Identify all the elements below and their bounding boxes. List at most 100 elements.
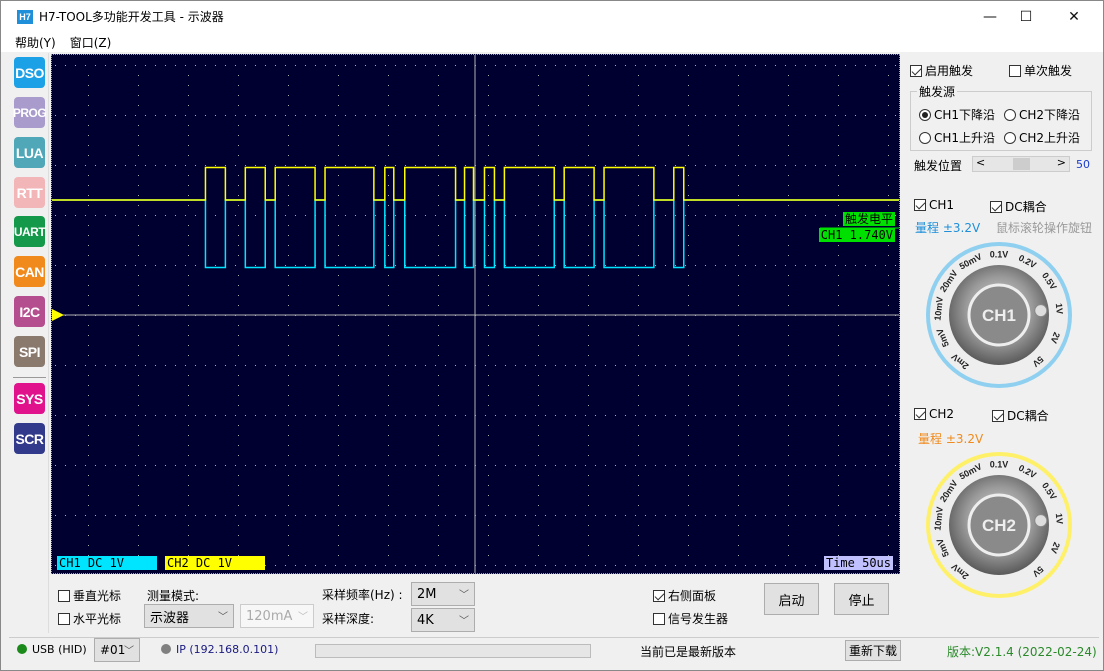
grid-dot: [788, 485, 789, 486]
grid-dot: [515, 65, 516, 66]
grid-dot: [338, 345, 339, 346]
grid-dot: [638, 185, 639, 186]
grid-dot: [138, 205, 139, 206]
grid-dot: [225, 365, 226, 366]
waveform-canvas[interactable]: [52, 55, 899, 573]
device-select[interactable]: #01 ﹀: [94, 638, 140, 662]
grid-dot: [375, 215, 376, 216]
grid-dot: [588, 285, 589, 286]
grid-dot: [545, 265, 546, 266]
redownload-button[interactable]: 重新下载: [845, 640, 902, 661]
sidebar-i2c-button[interactable]: I2C: [14, 296, 45, 327]
grid-dot: [75, 165, 76, 166]
grid-dot: [585, 165, 586, 166]
ch1-enable-checkbox[interactable]: CH1: [914, 198, 954, 212]
signal-generator-checkbox[interactable]: 信号发生器: [653, 610, 728, 627]
grid-dot: [345, 115, 346, 116]
trigger-ch2-rising[interactable]: CH2上升沿: [1004, 129, 1080, 146]
grid-dot: [565, 265, 566, 266]
grid-dot: [85, 215, 86, 216]
grid-dot: [875, 65, 876, 66]
maximize-button[interactable]: ☐: [1003, 1, 1049, 32]
measure-mode-label: 测量模式:: [147, 589, 200, 603]
grid-dot: [145, 265, 146, 266]
oscilloscope-display[interactable]: 触发电平 CH1 1.740V CH1 DC 1V CH2 DC 1V Time…: [51, 54, 900, 574]
grid-dot: [645, 65, 646, 66]
grid-dot: [338, 525, 339, 526]
grid-dot: [488, 225, 489, 226]
sidebar-scr-button[interactable]: SCR: [14, 423, 45, 454]
grid-dot: [738, 305, 739, 306]
grid-dot: [365, 365, 366, 366]
right-panel-checkbox[interactable]: 右侧面板: [653, 587, 716, 604]
sample-rate-select[interactable]: 2M ﹀: [411, 582, 475, 606]
grid-dot: [415, 115, 416, 116]
stop-button[interactable]: 停止: [834, 583, 889, 615]
trigger-ch1-falling[interactable]: CH1下降沿: [919, 106, 995, 123]
grid-dot: [345, 65, 346, 66]
grid-dot: [265, 415, 266, 416]
trigger-position-scrollbar[interactable]: < >: [972, 156, 1070, 172]
grid-dot: [215, 465, 216, 466]
grid-dot: [338, 495, 339, 496]
close-button[interactable]: ✕: [1051, 1, 1097, 32]
grid-dot: [605, 415, 606, 416]
trigger-ch1-rising[interactable]: CH1上升沿: [919, 129, 995, 146]
sidebar-lua-button[interactable]: LUA: [14, 137, 45, 168]
enable-trigger-checkbox[interactable]: 启用触发: [910, 62, 973, 79]
ch1-volts-knob[interactable]: CH12mV5mV10mV20mV50mV 0.1V 0.2V0.5V1V2V5V: [924, 240, 1074, 390]
single-trigger-checkbox[interactable]: 单次触发: [1009, 62, 1072, 79]
grid-dot: [788, 275, 789, 276]
grid-dot: [838, 495, 839, 496]
sidebar-prog-button[interactable]: PROG: [13, 97, 47, 128]
grid-dot: [665, 465, 666, 466]
knob-scale-label: 0.1V: [990, 459, 1009, 469]
grid-dot: [338, 145, 339, 146]
scroll-left-icon[interactable]: <: [976, 156, 985, 169]
grid-dot: [155, 365, 156, 366]
grid-dot: [595, 215, 596, 216]
grid-dot: [455, 365, 456, 366]
grid-dot: [525, 365, 526, 366]
device-value: #01: [100, 643, 126, 657]
grid-dot: [715, 565, 716, 566]
grid-dot: [135, 115, 136, 116]
grid-dot: [388, 325, 389, 326]
ch1-dc-coupling-checkbox[interactable]: DC耦合: [990, 198, 1047, 215]
grid-dot: [115, 65, 116, 66]
menu-help[interactable]: 帮助(Y): [15, 34, 56, 51]
grid-dot: [615, 465, 616, 466]
sidebar-rtt-button[interactable]: RTT: [14, 177, 45, 208]
vertical-cursor-checkbox[interactable]: 垂直光标: [58, 587, 121, 604]
grid-dot: [805, 65, 806, 66]
grid-dot: [705, 65, 706, 66]
sidebar-spi-button[interactable]: SPI: [14, 336, 45, 367]
grid-dot: [665, 165, 666, 166]
sidebar-sys-button[interactable]: SYS: [14, 383, 45, 414]
grid-dot: [538, 455, 539, 456]
grid-dot: [885, 365, 886, 366]
trigger-ch2-falling[interactable]: CH2下降沿: [1004, 106, 1080, 123]
sidebar-dso-button[interactable]: DSO: [14, 57, 45, 88]
sample-depth-select[interactable]: 4K ﹀: [411, 608, 475, 632]
measure-mode-select[interactable]: 示波器 ﹀: [144, 604, 234, 628]
grid-dot: [288, 125, 289, 126]
ch2-dc-coupling-checkbox[interactable]: DC耦合: [992, 407, 1049, 424]
ch1-label: CH1: [929, 198, 955, 212]
start-button[interactable]: 启动: [764, 583, 819, 615]
grid-dot: [638, 295, 639, 296]
grid-dot: [488, 205, 489, 206]
grid-dot: [415, 165, 416, 166]
grid-dot: [165, 165, 166, 166]
ch2-volts-knob[interactable]: CH22mV5mV10mV20mV50mV 0.1V 0.2V0.5V1V2V5V: [924, 450, 1074, 600]
scroll-thumb[interactable]: [1012, 158, 1030, 170]
grid-dot: [635, 415, 636, 416]
horizontal-cursor-checkbox[interactable]: 水平光标: [58, 610, 121, 627]
grid-dot: [85, 165, 86, 166]
scroll-right-icon[interactable]: >: [1057, 156, 1066, 169]
sidebar-uart-button[interactable]: UART: [14, 216, 46, 247]
sidebar-can-button[interactable]: CAN: [14, 256, 45, 287]
ch2-enable-checkbox[interactable]: CH2: [914, 407, 954, 421]
menu-window[interactable]: 窗口(Z): [70, 34, 112, 51]
grid-dot: [695, 265, 696, 266]
